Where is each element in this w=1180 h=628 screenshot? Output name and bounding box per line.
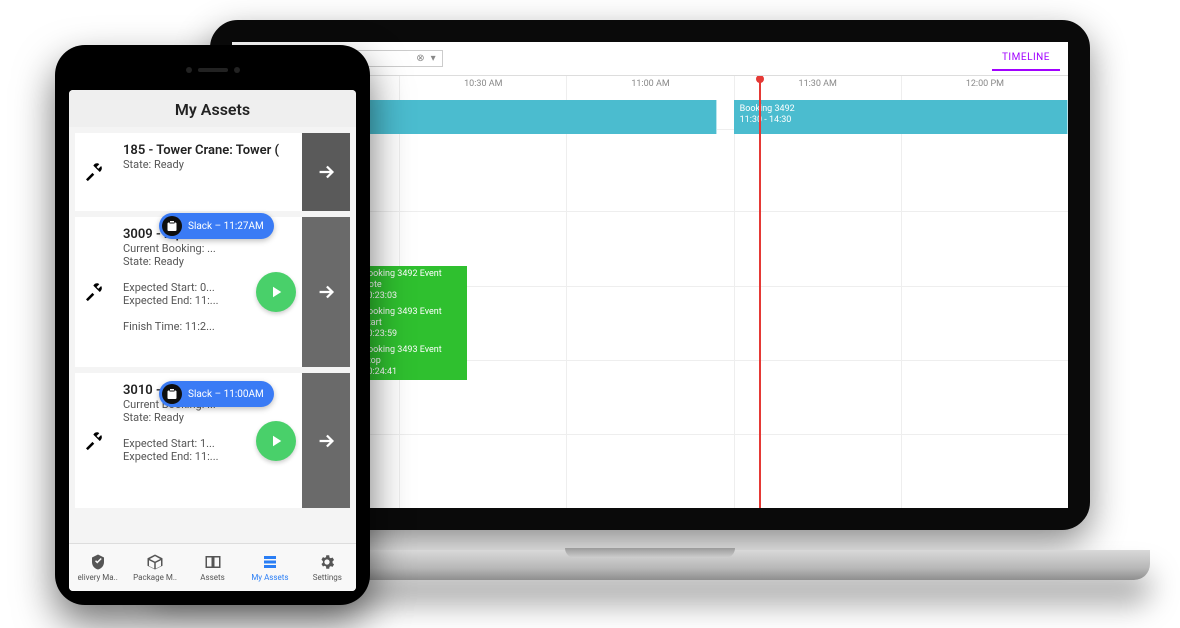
phone-sensors <box>186 67 240 73</box>
asset-title: 185 - Tower Crane: Tower ( <box>123 143 298 158</box>
clipboard-icon <box>162 384 182 404</box>
card-open-button[interactable] <box>302 373 350 508</box>
page-title: My Assets <box>69 90 356 127</box>
play-button[interactable] <box>256 421 296 461</box>
nav-settings[interactable]: Settings <box>299 544 356 591</box>
booking-title: Booking 3492 <box>740 104 1061 115</box>
nav-my-assets[interactable]: My Assets <box>241 544 298 591</box>
notification-text: Slack – 11:27AM <box>188 221 264 232</box>
notification-pill[interactable]: Slack – 11:00AM <box>159 381 274 407</box>
notification-pill[interactable]: Slack – 11:27AM <box>159 213 274 239</box>
nav-delivery[interactable]: elivery Ma.. <box>69 544 126 591</box>
clipboard-icon <box>162 216 182 236</box>
axis-tick: 12:00 PM <box>901 76 1068 96</box>
tab-timeline[interactable]: TIMELINE <box>992 46 1060 71</box>
app-screen: My Assets 185 - Tower Crane: Tower ( Sta… <box>69 90 356 591</box>
tools-icon <box>75 217 119 367</box>
booking-time: 11:30 - 14:30 <box>740 115 1061 126</box>
booking-block[interactable]: Booking 3492 11:30 - 14:30 <box>734 100 1068 134</box>
event-note[interactable]: Booking 3493 Event Stop 10:24:41 <box>357 342 467 380</box>
asset-card[interactable]: 185 - Tower Crane: Tower ( State: Ready <box>75 133 350 211</box>
play-button[interactable] <box>256 272 296 312</box>
nav-assets[interactable]: Assets <box>184 544 241 591</box>
event-note[interactable]: Booking 3492 Event Note 10:23:03 <box>357 266 467 304</box>
asset-list[interactable]: 185 - Tower Crane: Tower ( State: Ready … <box>69 127 356 543</box>
axis-tick: 11:00 AM <box>566 76 733 96</box>
nav-package[interactable]: Package M.. <box>126 544 183 591</box>
card-body: 185 - Tower Crane: Tower ( State: Ready <box>119 133 302 211</box>
notification-text: Slack – 11:00AM <box>188 389 264 400</box>
card-body: 3009 - Pipe Load Current Booking: ... St… <box>119 217 250 367</box>
asset-line: State: Ready <box>123 158 298 171</box>
tools-icon <box>75 373 119 508</box>
phone-device: My Assets 185 - Tower Crane: Tower ( Sta… <box>55 45 370 605</box>
card-open-button[interactable] <box>302 217 350 367</box>
event-note[interactable]: Booking 3493 Event Start 10:23:59 <box>357 304 467 342</box>
current-time-line <box>759 76 761 508</box>
tools-icon <box>75 133 119 211</box>
bottom-nav: elivery Ma.. Package M.. Assets My Asset… <box>69 543 356 591</box>
axis-tick: 10:30 AM <box>399 76 566 96</box>
clear-icon[interactable]: ⊗ <box>416 53 424 64</box>
card-open-button[interactable] <box>302 133 350 211</box>
asset-card[interactable]: 3009 - Pipe Load Current Booking: ... St… <box>75 217 350 367</box>
chevron-down-icon[interactable]: ▾ <box>431 53 436 64</box>
